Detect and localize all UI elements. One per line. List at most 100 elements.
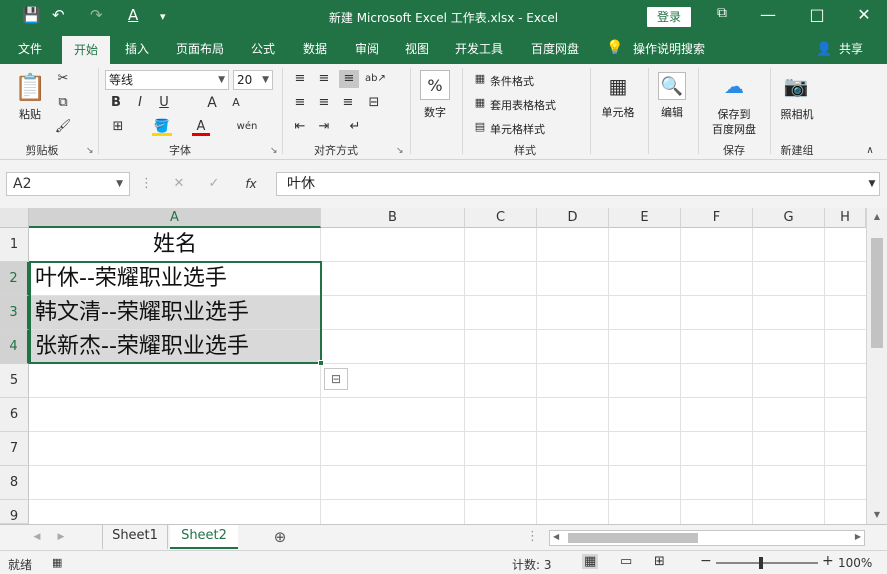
quick-analysis-icon[interactable]: ⊟ [324,368,348,390]
conditional-format-icon[interactable]: ▦ [472,70,488,88]
decrease-indent-icon[interactable]: ⇤ [291,118,309,136]
underline-icon[interactable]: U [156,94,172,112]
horizontal-scroll-thumb[interactable] [568,533,698,543]
cells-button[interactable]: 单元格 [596,104,640,120]
zoom-slider[interactable] [716,562,818,564]
borders-icon[interactable]: ⊞ [108,118,128,136]
cell-a1[interactable]: 姓名 [30,228,320,261]
camera-icon[interactable]: 📷 [782,72,810,100]
row-header-2[interactable]: 2 [0,262,29,296]
page-break-view-icon[interactable]: ⊞ [654,554,665,569]
format-as-table-button[interactable]: 套用表格格式 [490,97,556,113]
enter-icon[interactable]: ✓ [205,175,223,193]
zoom-in-icon[interactable]: + [822,553,834,569]
increase-indent-icon[interactable]: ⇥ [315,118,333,136]
font-name-combo[interactable]: 等线 ▼ [105,70,229,90]
save-to-baidu-line1[interactable]: 保存到 [706,106,762,122]
baidu-cloud-icon[interactable]: ☁ [720,72,748,100]
row-header-5[interactable]: 5 [0,364,29,398]
name-box[interactable]: A2 ▼ [6,172,130,196]
camera-button[interactable]: 照相机 [776,106,818,122]
formula-input[interactable]: 叶休 [276,172,880,196]
sheet-tab-sheet2[interactable]: Sheet2 [170,525,238,549]
prev-sheet-icon[interactable]: ◀ [30,528,44,546]
cells-icon[interactable]: ▦ [604,72,632,100]
restore-button[interactable]: □ [802,5,832,24]
row-header-4[interactable]: 4 [0,330,29,364]
tab-review[interactable]: 审阅 [346,34,388,64]
align-bottom-icon[interactable]: ≡ [339,70,359,88]
cancel-icon[interactable]: ✕ [170,175,188,193]
column-header-h[interactable]: H [825,208,866,228]
tab-developer[interactable]: 开发工具 [446,34,512,64]
align-center-icon[interactable]: ≡ [315,94,333,112]
scroll-down-icon[interactable]: ▼ [867,510,887,519]
column-header-b[interactable]: B [321,208,465,228]
scroll-up-icon[interactable]: ▲ [867,212,887,221]
column-header-c[interactable]: C [465,208,537,228]
align-middle-icon[interactable]: ≡ [315,70,333,88]
column-header-g[interactable]: G [753,208,825,228]
vertical-scroll-thumb[interactable] [871,238,883,348]
tab-page-layout[interactable]: 页面布局 [168,34,232,64]
tab-formulas[interactable]: 公式 [242,34,284,64]
row-header-9[interactable]: 9 [0,500,29,524]
align-right-icon[interactable]: ≡ [339,94,357,112]
scroll-left-icon[interactable]: ◀ [553,532,559,541]
tab-insert[interactable]: 插入 [116,34,158,64]
fill-handle[interactable] [318,360,324,366]
collapse-ribbon-icon[interactable]: ∧ [862,142,878,160]
row-header-3[interactable]: 3 [0,296,29,330]
phonetic-icon[interactable]: wén [236,118,258,136]
save-to-baidu-line2[interactable]: 百度网盘 [706,121,762,137]
tab-home[interactable]: 开始 [62,36,110,64]
paste-button[interactable]: 粘贴 [10,106,50,122]
macro-record-icon[interactable]: ▦ [52,556,62,569]
zoom-out-icon[interactable]: − [700,553,712,569]
orientation-icon[interactable]: ab↗ [365,70,386,88]
percent-icon[interactable]: % [420,70,450,100]
tab-data[interactable]: 数据 [294,34,336,64]
row-header-8[interactable]: 8 [0,466,29,500]
vertical-scrollbar[interactable]: ▲ ▼ [866,208,887,524]
insert-function-icon[interactable]: fx [240,175,262,193]
merge-center-icon[interactable]: ⊟ [365,94,383,112]
conditional-format-button[interactable]: 条件格式 [490,73,534,89]
tell-me-search[interactable]: 操作说明搜索 [628,34,710,64]
add-sheet-icon[interactable]: ⊕ [270,528,290,546]
paste-icon[interactable]: 📋 [14,72,46,104]
normal-view-icon[interactable]: ▦ [582,554,599,569]
font-color-icon[interactable]: A [192,118,210,136]
shrink-font-icon[interactable]: A [228,94,244,112]
zoom-slider-knob[interactable] [759,557,763,569]
select-all-button[interactable] [0,208,29,228]
align-top-icon[interactable]: ≡ [291,70,309,88]
sheet-tab-sheet1[interactable]: Sheet1 [102,525,168,549]
align-left-icon[interactable]: ≡ [291,94,309,112]
copy-icon[interactable]: ⧉ [54,94,72,112]
tab-view[interactable]: 视图 [396,34,438,64]
login-button[interactable]: 登录 [647,7,691,27]
share-button[interactable]: 共享 [834,34,868,64]
minimize-button[interactable]: — [753,5,783,24]
cut-icon[interactable]: ✂ [54,70,72,88]
font-size-combo[interactable]: 20 ▼ [233,70,273,90]
editing-button[interactable]: 编辑 [654,104,690,120]
tab-file[interactable]: 文件 [8,34,52,64]
user-icon[interactable]: 👤 [816,42,832,57]
number-format-button[interactable]: 数字 [416,104,454,120]
page-layout-view-icon[interactable]: ▭ [620,554,632,569]
tab-baidu-pan[interactable]: 百度网盘 [522,34,588,64]
italic-icon[interactable]: I [132,94,148,112]
format-as-table-icon[interactable]: ▦ [472,94,488,112]
alignment-launcher-icon[interactable]: ↘ [396,146,404,156]
column-header-d[interactable]: D [537,208,609,228]
column-header-a[interactable]: A [29,208,321,228]
worksheet-grid[interactable]: A B C D E F G H 1 2 3 4 5 6 7 8 9 姓名 叶休-… [0,208,887,524]
bold-icon[interactable]: B [108,94,124,112]
clipboard-launcher-icon[interactable]: ↘ [86,146,94,156]
grow-font-icon[interactable]: A [204,94,220,112]
scroll-right-icon[interactable]: ▶ [855,532,861,541]
zoom-level[interactable]: 100% [838,556,872,570]
format-painter-icon[interactable]: 🖌 [54,118,72,136]
